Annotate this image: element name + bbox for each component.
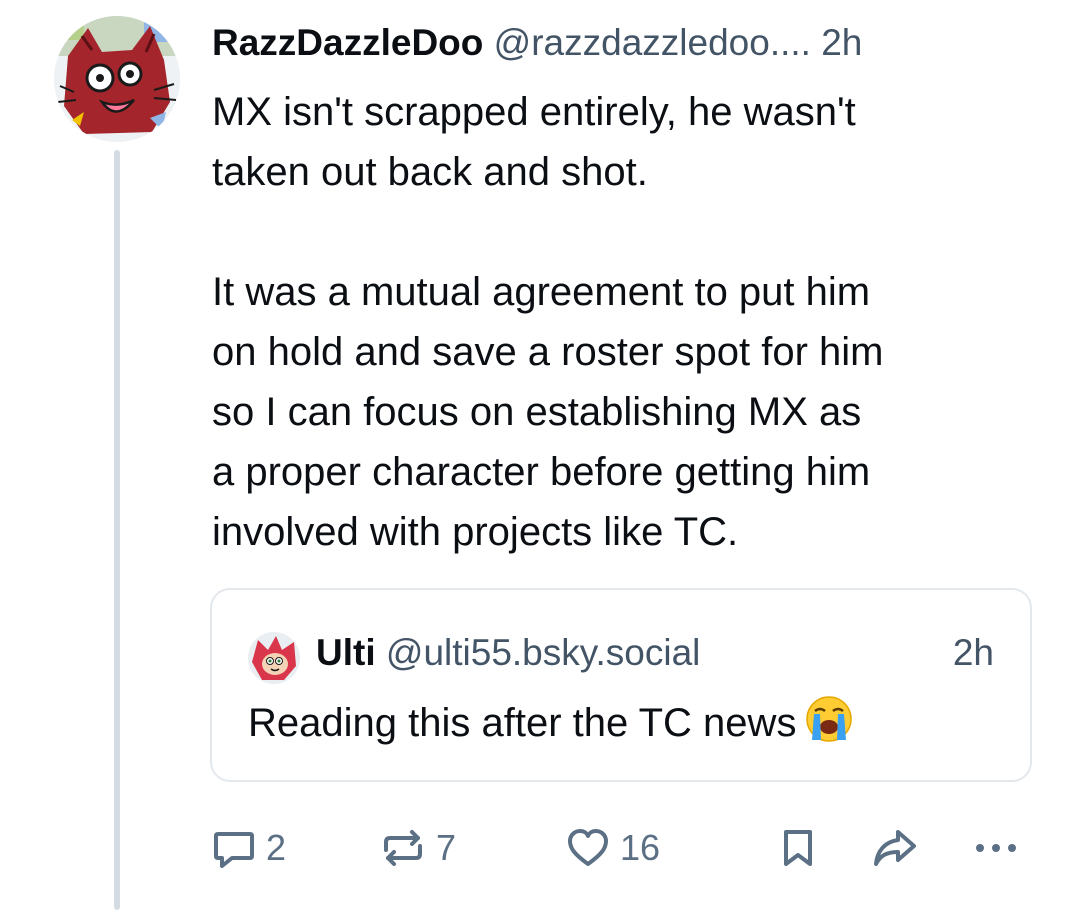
- post-header: RazzDazzleDoo @razzdazzledoo.... 2h: [212, 20, 862, 66]
- post-timestamp[interactable]: 2h: [821, 22, 862, 63]
- bookmark-button[interactable]: [776, 818, 820, 878]
- post-text: MX isn't scrapped entirely, he wasn't ta…: [212, 90, 884, 554]
- post-action-bar: 2 7 16: [210, 818, 1040, 878]
- share-button[interactable]: [870, 818, 920, 878]
- more-icon: [976, 844, 1016, 852]
- quote-text-line: Reading this after the TC news: [248, 694, 854, 750]
- quote-post-card[interactable]: Ulti @ulti55.bsky.social 2h Reading this…: [210, 588, 1032, 782]
- author-display-name[interactable]: RazzDazzleDoo: [212, 22, 483, 63]
- heart-icon: [568, 829, 608, 866]
- reply-icon: [214, 832, 254, 868]
- quote-timestamp[interactable]: 2h: [953, 630, 994, 676]
- bookmark-icon: [784, 830, 812, 866]
- quote-author-handle[interactable]: @ulti55.bsky.social: [386, 632, 701, 673]
- cartoon-cat-avatar-image: [54, 16, 180, 142]
- more-options-button[interactable]: [970, 818, 1022, 878]
- thread-line: [114, 150, 120, 910]
- repost-icon: [384, 830, 422, 866]
- like-count: 16: [620, 827, 661, 868]
- quote-author-avatar[interactable]: [248, 632, 300, 684]
- author-avatar[interactable]: [54, 16, 180, 142]
- share-icon: [874, 830, 916, 866]
- crying-face-emoji-icon: [804, 694, 854, 744]
- cartoon-hedgehog-avatar-image: [248, 632, 300, 684]
- repost-count: 7: [436, 827, 457, 868]
- quote-text: Reading this after the TC news: [248, 701, 797, 745]
- author-handle[interactable]: @razzdazzledoo....: [494, 22, 811, 63]
- reply-button[interactable]: 2: [210, 818, 286, 878]
- quote-header: Ulti @ulti55.bsky.social: [316, 630, 700, 676]
- like-button[interactable]: 16: [564, 818, 660, 878]
- quote-author-display-name[interactable]: Ulti: [316, 632, 376, 673]
- repost-button[interactable]: 7: [378, 818, 456, 878]
- reply-count: 2: [266, 827, 287, 868]
